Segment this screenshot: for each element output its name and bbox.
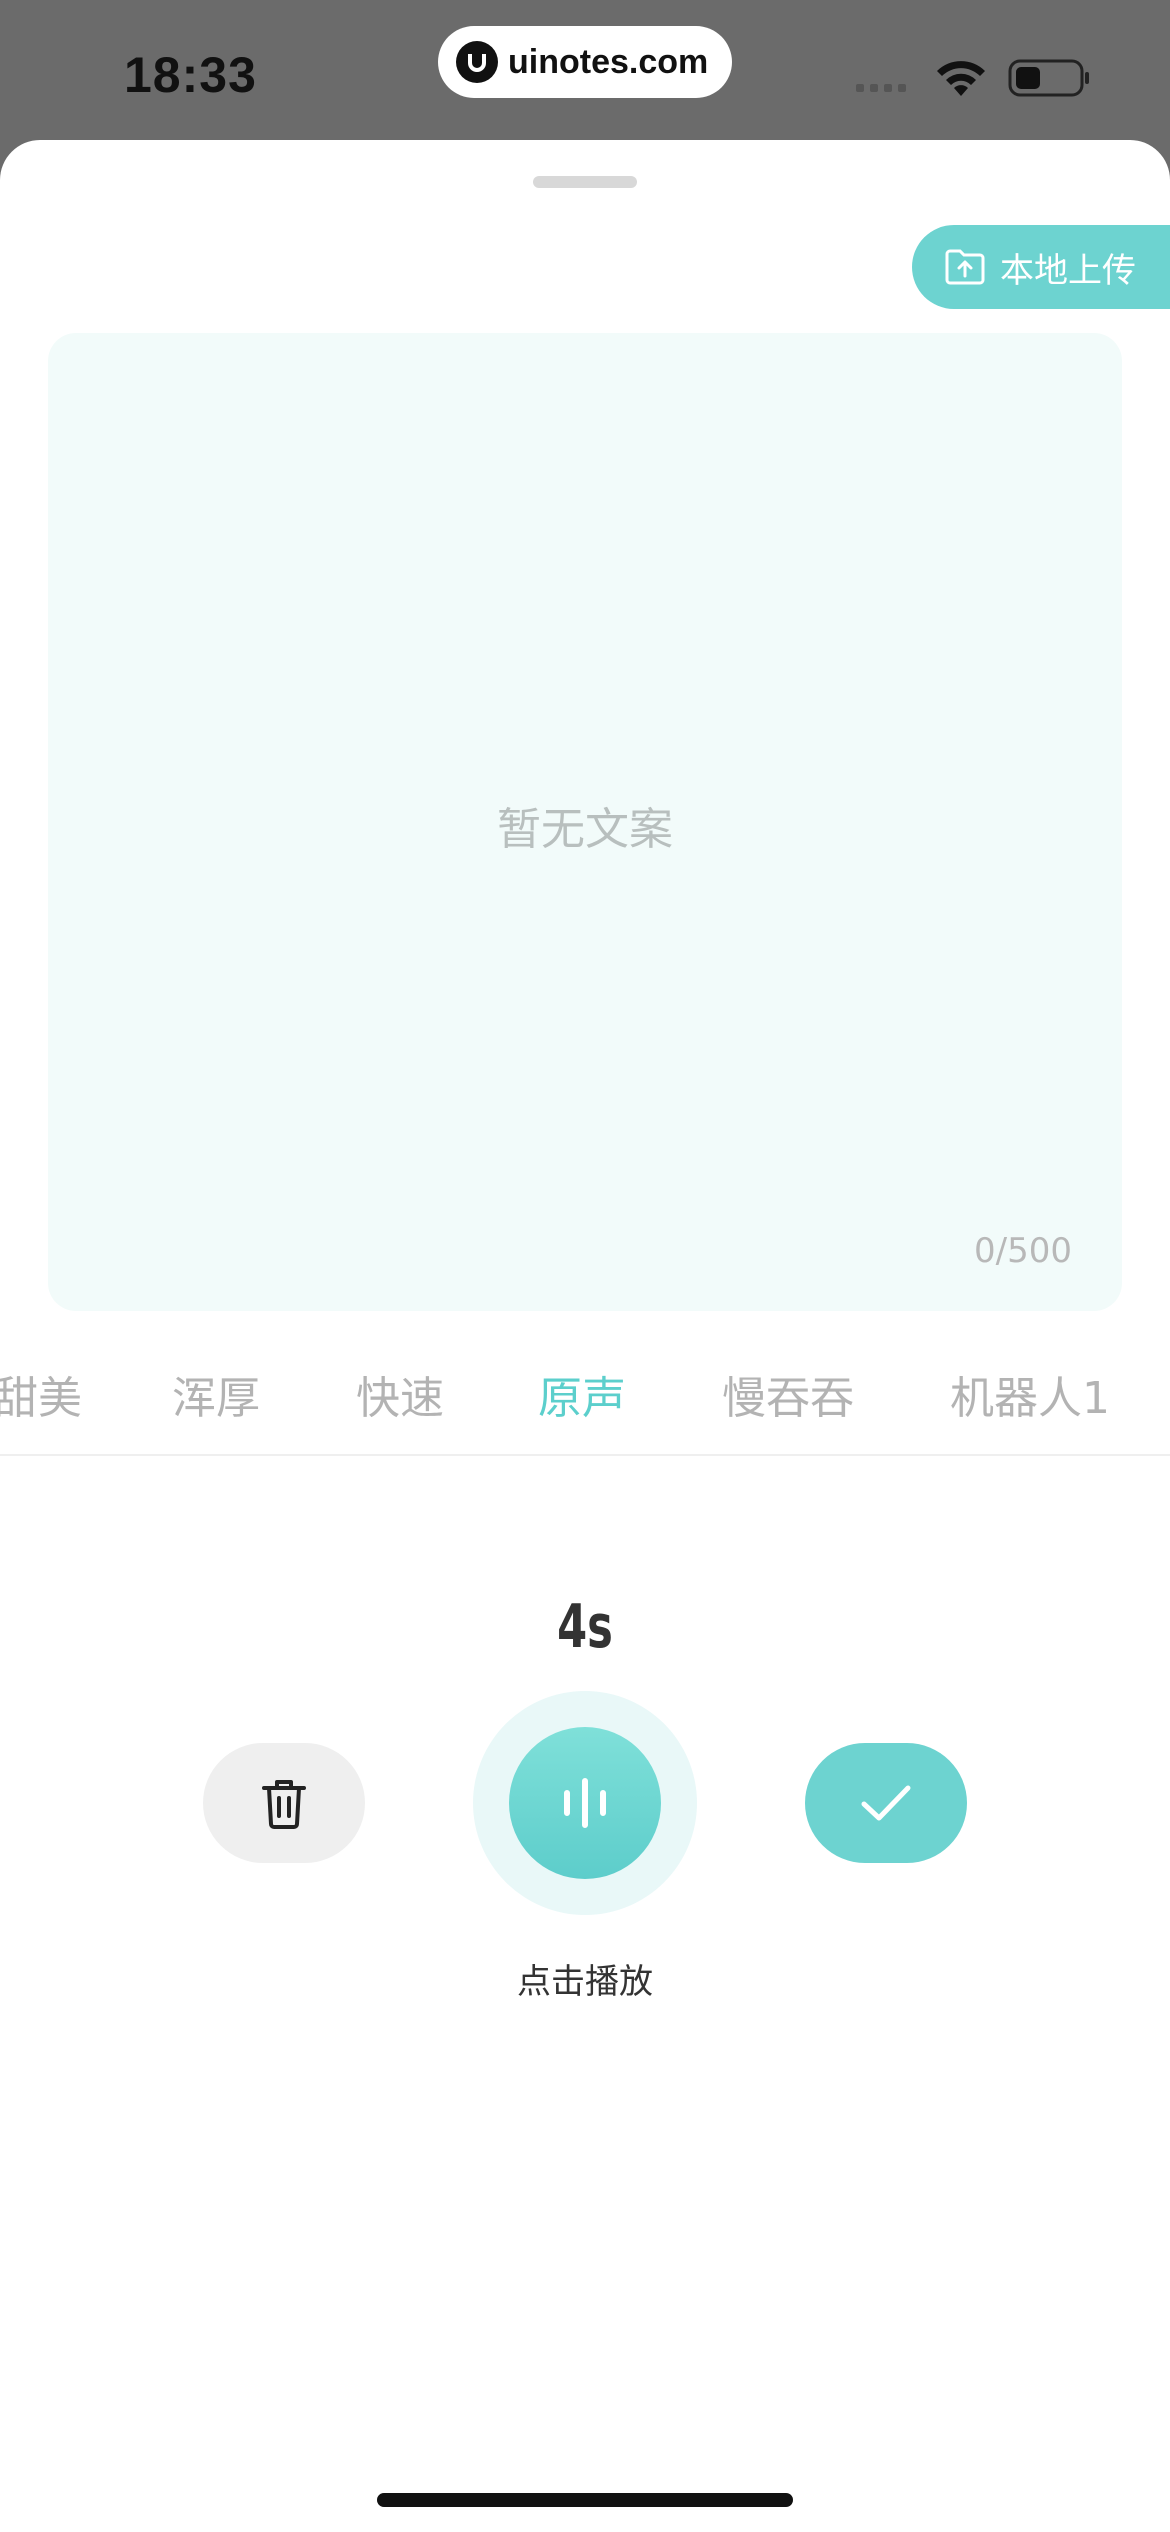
text-placeholder: 暂无文案 [497,804,673,855]
check-icon [861,1785,911,1821]
play-hint-label: 点击播放 [517,1962,653,2002]
site-logo-icon [456,41,498,83]
url-pill[interactable]: uinotes.com [438,26,732,98]
voice-tab-deep[interactable]: 浑厚 [172,1362,260,1426]
voice-tab-slow[interactable]: 慢吞吞 [722,1362,854,1426]
local-upload-button[interactable]: 本地上传 [912,225,1170,309]
recording-duration: 4s [557,1592,613,1662]
home-indicator[interactable] [377,2493,793,2507]
status-time: 18:33 [124,47,257,103]
voice-tab-fast[interactable]: 快速 [356,1362,444,1426]
delete-recording-button[interactable] [203,1743,365,1863]
script-text-area[interactable]: 暂无文案 0/500 [48,333,1122,1311]
voice-sheet: 本地上传 暂无文案 0/500 甜美 浑厚 快速 原声 慢吞吞 机器人1 4s … [0,140,1170,2532]
sound-wave-icon [564,1778,606,1828]
local-upload-label: 本地上传 [1000,251,1136,290]
sheet-grabber[interactable] [533,176,637,188]
play-button-ring [473,1691,697,1915]
upload-folder-icon [945,249,985,285]
voice-tab-robot[interactable]: 机器人1 [950,1362,1110,1426]
wifi-icon [937,61,985,96]
voice-tab-sweet[interactable]: 甜美 [0,1362,82,1426]
battery-icon [1008,59,1089,97]
voice-tab-original[interactable]: 原声 [538,1362,626,1426]
trash-icon [262,1780,306,1829]
url-text: uinotes.com [508,42,709,81]
status-bar: 18:33 uinotes.com [0,0,1170,140]
confirm-recording-button[interactable] [805,1743,967,1863]
voice-effect-tabs: 甜美 浑厚 快速 原声 慢吞吞 机器人1 [0,1332,1170,1456]
character-counter: 0/500 [974,1231,1072,1271]
play-recording-button[interactable] [509,1727,661,1879]
signal-icon [856,84,906,92]
